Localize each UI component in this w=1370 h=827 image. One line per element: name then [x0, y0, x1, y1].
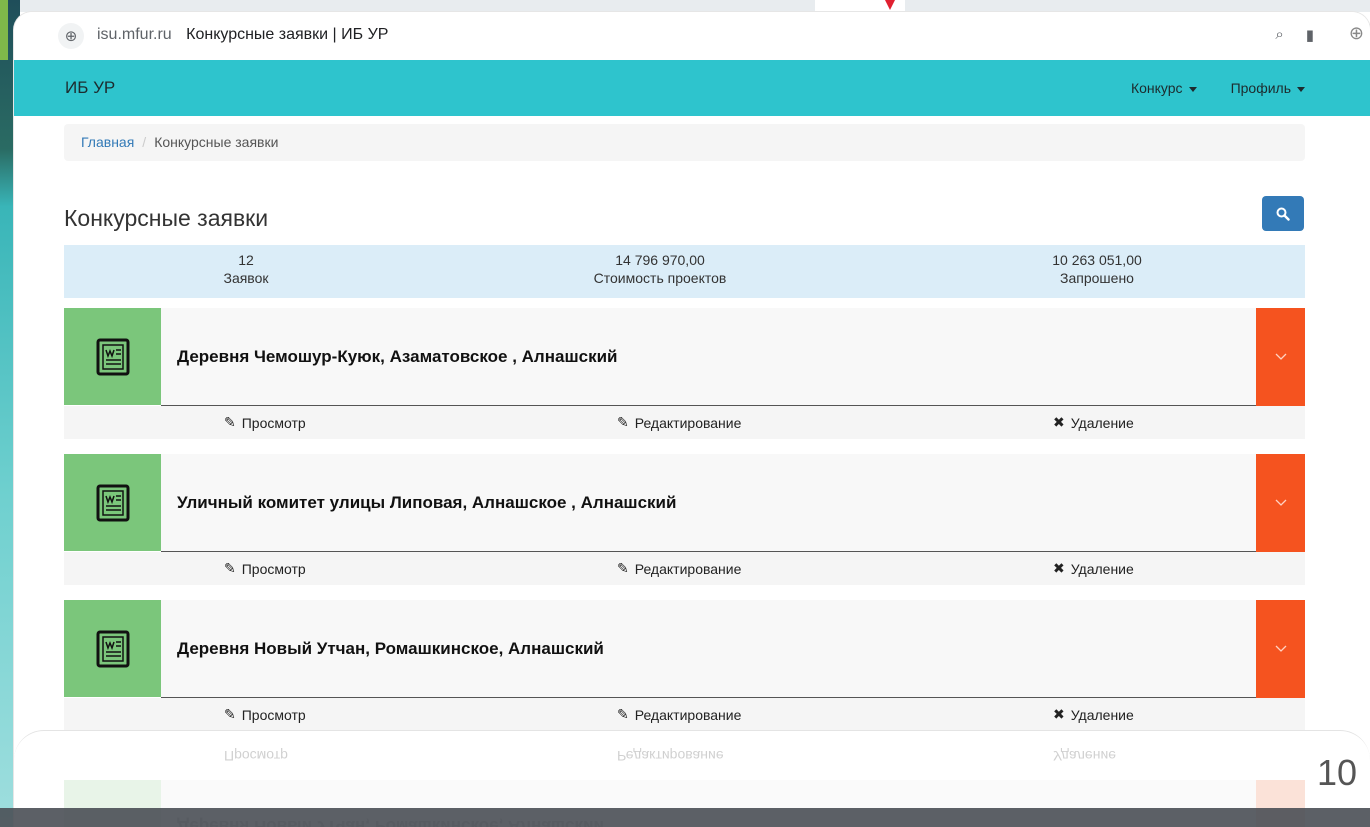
breadcrumb: Главная / Конкурсные заявки	[64, 124, 1305, 161]
document-icon-box	[64, 308, 161, 405]
background-accent	[0, 0, 8, 60]
zoom-icon[interactable]: ⌕	[1275, 26, 1283, 44]
edit-action[interactable]: ✎ Редактирование	[617, 414, 741, 431]
stat-requested: 10 263 051,00 Запрошено	[947, 251, 1247, 287]
document-icon-box	[64, 600, 161, 697]
document-icon	[96, 630, 129, 667]
pencil-icon: ✎	[224, 560, 236, 576]
delete-action[interactable]: ✖ Удаление	[1053, 706, 1134, 723]
action-label: Удаление	[1070, 560, 1134, 577]
stat-value: 10 263 051,00	[1052, 252, 1142, 268]
application-actions: ✎ Просмотр ✎ Редактирование ✖ Удаление	[64, 406, 1305, 439]
document-icon-box	[64, 454, 161, 551]
pointer-arrow-icon	[885, 0, 895, 10]
browser-window: ⊕ isu.mfur.ru Конкурсные заявки | ИБ УР …	[14, 12, 1370, 827]
caret-down-icon	[1188, 86, 1197, 92]
brand-logo[interactable]: ИБ УР	[65, 78, 115, 98]
search-icon	[1276, 207, 1290, 221]
stat-value: 12	[238, 252, 254, 268]
action-label: Просмотр	[241, 706, 306, 723]
chevron-down-icon	[1275, 645, 1286, 652]
stat-project-cost: 14 796 970,00 Стоимость проектов	[510, 251, 810, 287]
application-title-box[interactable]: Деревня Чемошур-Куюк, Азаматовское , Алн…	[161, 308, 1256, 406]
application-card: Деревня Чемошур-Куюк, Азаматовское , Алн…	[64, 308, 1305, 440]
site-info-icon[interactable]: ⊕	[58, 23, 84, 49]
stats-panel: 12 Заявок 14 796 970,00 Стоимость проект…	[64, 245, 1305, 298]
close-circle-icon: ✖	[1053, 560, 1065, 576]
bookmark-icon[interactable]: ▮	[1306, 26, 1314, 44]
breadcrumb-separator: /	[142, 134, 147, 150]
document-icon	[96, 484, 129, 521]
close-circle-icon: ✖	[1053, 706, 1065, 722]
application-title-box[interactable]: Уличный комитет улицы Липовая, Алнашское…	[161, 454, 1256, 552]
view-action[interactable]: ✎ Просмотр	[224, 706, 306, 723]
action-label: Удаление	[1070, 706, 1134, 723]
edit-action[interactable]: ✎ Редактирование	[617, 560, 741, 577]
page-title: Конкурсные заявки	[64, 205, 269, 231]
application-card: Деревня Новый Утчан, Ромашкинское, Алнаш…	[64, 600, 1305, 732]
application-title: Деревня Новый Утчан, Ромашкинское, Алнаш…	[177, 639, 604, 658]
reflected-actions: Просмотр Редактирование Удаление	[64, 740, 1305, 770]
nav-menu: Конкурс Профиль	[1131, 80, 1305, 96]
caret-down-icon	[1297, 86, 1305, 92]
slide-number: 10	[1317, 752, 1358, 793]
reflected-view-label: Просмотр	[224, 748, 288, 764]
chevron-down-icon	[1275, 499, 1286, 506]
nav-item-label: Профиль	[1230, 80, 1291, 96]
stat-applications: 12 Заявок	[96, 251, 396, 287]
address-bar[interactable]: ⊕ isu.mfur.ru Конкурсные заявки | ИБ УР …	[14, 12, 1370, 60]
stat-label: Стоимость проектов	[593, 270, 727, 286]
nav-item-profile[interactable]: Профиль	[1231, 80, 1305, 96]
pencil-icon: ✎	[224, 414, 236, 430]
action-label: Редактирование	[634, 706, 742, 723]
document-icon	[96, 338, 129, 375]
top-navbar: ИБ УР Конкурс Профиль	[14, 60, 1370, 116]
search-button[interactable]	[1262, 196, 1304, 231]
close-circle-icon: ✖	[1053, 414, 1065, 430]
action-label: Просмотр	[241, 560, 306, 577]
expand-toggle-button[interactable]	[1256, 600, 1305, 698]
view-action[interactable]: ✎ Просмотр	[224, 560, 306, 577]
stat-label: Заявок	[223, 270, 269, 286]
action-label: Редактирование	[634, 414, 742, 431]
breadcrumb-home-link[interactable]: Главная	[81, 134, 134, 150]
stat-label: Запрошено	[1060, 270, 1134, 286]
delete-action[interactable]: ✖ Удаление	[1053, 414, 1134, 431]
action-label: Удаление	[1070, 414, 1134, 431]
expand-toggle-button[interactable]	[1256, 454, 1305, 552]
action-label: Просмотр	[241, 414, 306, 431]
stat-value: 14 796 970,00	[615, 252, 705, 268]
delete-action[interactable]: ✖ Удаление	[1053, 560, 1134, 577]
address-text[interactable]: isu.mfur.ru Конкурсные заявки | ИБ УР	[97, 26, 388, 44]
url-host: isu.mfur.ru	[97, 26, 172, 43]
view-action[interactable]: ✎ Просмотр	[224, 414, 306, 431]
presentation-top-band	[20, 0, 1370, 12]
tab-title: Конкурсные заявки | ИБ УР	[186, 26, 389, 43]
nav-item-label: Конкурс	[1130, 80, 1183, 96]
application-title: Деревня Чемошур-Куюк, Азаматовское , Алн…	[177, 347, 618, 366]
edit-action[interactable]: ✎ Редактирование	[617, 706, 741, 723]
application-title-box[interactable]: Деревня Новый Утчан, Ромашкинское, Алнаш…	[161, 600, 1256, 698]
pencil-icon: ✎	[617, 414, 629, 430]
reflected-delete-label: Удаление	[1053, 748, 1117, 764]
action-label: Редактирование	[634, 560, 742, 577]
application-card: Уличный комитет улицы Липовая, Алнашское…	[64, 454, 1305, 586]
breadcrumb-current: Конкурсные заявки	[154, 134, 279, 150]
pencil-icon: ✎	[617, 560, 629, 576]
pencil-icon: ✎	[617, 706, 629, 722]
chevron-down-icon	[1275, 353, 1286, 360]
application-actions: ✎ Просмотр ✎ Редактирование ✖ Удаление	[64, 698, 1305, 731]
pencil-icon: ✎	[224, 706, 236, 722]
address-bar-icons: ⌕ ▮	[1275, 26, 1314, 44]
expand-toggle-button[interactable]	[1256, 308, 1305, 406]
nav-item-contest[interactable]: Конкурс	[1131, 80, 1197, 96]
application-title: Уличный комитет улицы Липовая, Алнашское…	[177, 493, 677, 512]
extension-globe-icon[interactable]: ⊕	[1349, 23, 1364, 44]
reflected-edit-label: Редактирование	[617, 748, 724, 764]
application-actions: ✎ Просмотр ✎ Редактирование ✖ Удаление	[64, 552, 1305, 585]
presentation-bottom-bar	[0, 808, 1370, 827]
